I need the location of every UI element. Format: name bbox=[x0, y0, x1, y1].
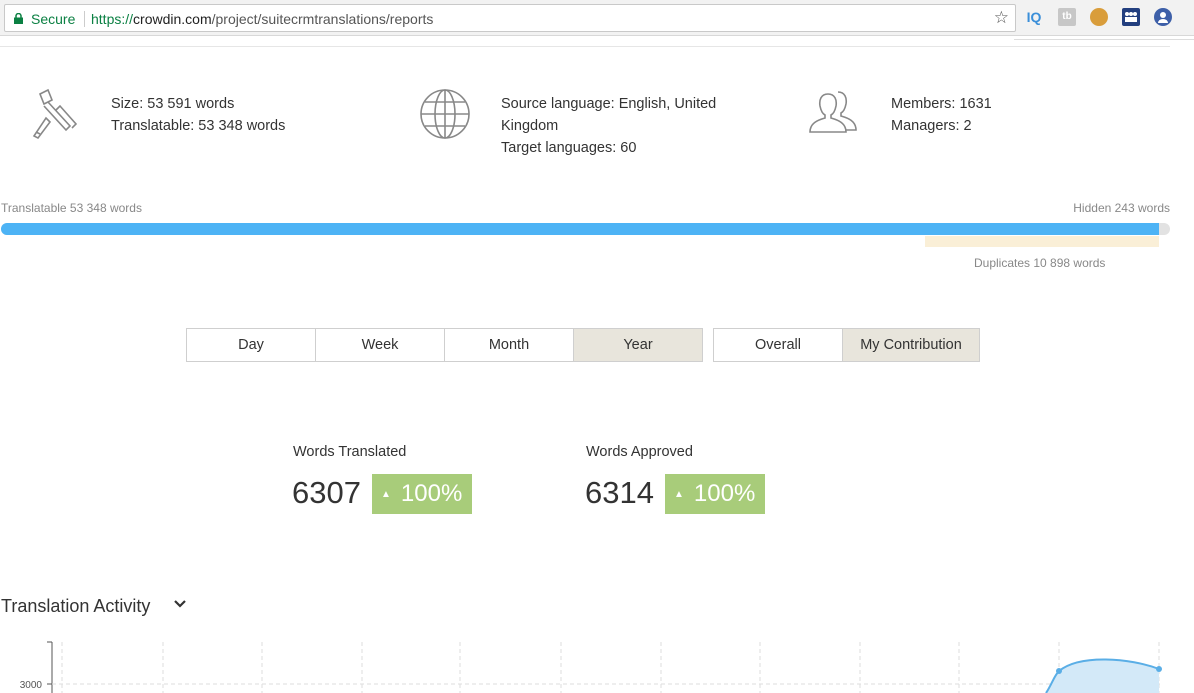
dropdown-edge bbox=[1014, 36, 1194, 40]
up-arrow-icon: ▲ bbox=[674, 488, 684, 500]
translatable-progress-label: Translatable 53 348 words bbox=[1, 201, 142, 215]
period-tabs: Day Week Month Year bbox=[186, 328, 703, 362]
profile-avatar-icon[interactable] bbox=[1154, 8, 1172, 26]
stat-size: Size: 53 591 words bbox=[111, 96, 235, 112]
caliper-icon bbox=[32, 88, 78, 140]
words-approved-label: Words Approved bbox=[586, 444, 693, 460]
words-translated-label: Words Translated bbox=[293, 444, 407, 460]
words-approved-change: 100% bbox=[693, 480, 756, 507]
url-scheme: https:// bbox=[91, 11, 134, 27]
tab-overall[interactable]: Overall bbox=[713, 328, 843, 362]
chart-gridlines bbox=[52, 642, 1160, 693]
tab-my-contribution[interactable]: My Contribution bbox=[843, 328, 980, 362]
duplicates-label: Duplicates 10 898 words bbox=[974, 256, 1106, 270]
stat-managers: Managers: 2 bbox=[891, 118, 972, 134]
address-bar[interactable]: Secure https://crowdin.com/project/suite… bbox=[4, 4, 1016, 32]
y-tick-label: 3000 bbox=[20, 680, 43, 691]
url-text[interactable]: https://crowdin.com/project/suitecrmtran… bbox=[91, 11, 433, 27]
stat-members: Members: 1631 bbox=[891, 96, 992, 112]
users-icon bbox=[809, 91, 857, 133]
translation-progress-fill bbox=[1, 223, 1160, 235]
stat-target-languages: Target languages: 60 bbox=[501, 140, 637, 156]
secure-label: Secure bbox=[31, 11, 76, 27]
stat-source-language: Source language: English, United bbox=[501, 96, 717, 112]
group-extension-icon[interactable] bbox=[1122, 8, 1140, 26]
iq-extension-icon[interactable]: IQ bbox=[1025, 8, 1043, 26]
words-translated-change: 100% bbox=[400, 480, 463, 507]
hidden-words-label: Hidden 243 words bbox=[1073, 201, 1170, 215]
words-translated-change-badge: ▲ 100% bbox=[372, 474, 473, 514]
url-host: crowdin.com bbox=[133, 11, 212, 27]
duplicates-bar bbox=[925, 236, 1159, 247]
words-approved-value: 6314 bbox=[585, 475, 654, 510]
bookmark-star-icon[interactable]: ☆ bbox=[994, 8, 1009, 28]
header-divider bbox=[0, 46, 1170, 47]
translation-progress-bar bbox=[1, 223, 1170, 235]
browser-toolbar: Secure https://crowdin.com/project/suite… bbox=[0, 0, 1194, 36]
words-approved-change-badge: ▲ 100% bbox=[665, 474, 766, 514]
tab-week[interactable]: Week bbox=[316, 328, 445, 362]
activity-point[interactable] bbox=[1156, 666, 1162, 672]
globe-icon bbox=[420, 89, 470, 139]
scope-tabs: Overall My Contribution bbox=[713, 328, 980, 362]
up-arrow-icon: ▲ bbox=[381, 488, 391, 500]
activity-chart: 3000 bbox=[20, 641, 1162, 693]
tb-extension-icon[interactable]: tb bbox=[1058, 8, 1076, 26]
tab-month[interactable]: Month bbox=[445, 328, 574, 362]
stat-translatable: Translatable: 53 348 words bbox=[111, 118, 286, 134]
url-path: /project/suitecrmtranslations/reports bbox=[211, 11, 434, 27]
words-translated-value: 6307 bbox=[292, 475, 361, 510]
address-separator bbox=[84, 11, 85, 27]
cookie-extension-icon[interactable] bbox=[1090, 8, 1108, 26]
translation-activity-title: Translation Activity bbox=[1, 596, 151, 616]
chevron-down-icon[interactable] bbox=[173, 598, 187, 610]
lock-icon bbox=[14, 13, 23, 24]
tab-year[interactable]: Year bbox=[574, 328, 703, 362]
activity-point[interactable] bbox=[1056, 668, 1062, 674]
tab-day[interactable]: Day bbox=[186, 328, 316, 362]
stat-source-language-cont: Kingdom bbox=[501, 118, 559, 134]
